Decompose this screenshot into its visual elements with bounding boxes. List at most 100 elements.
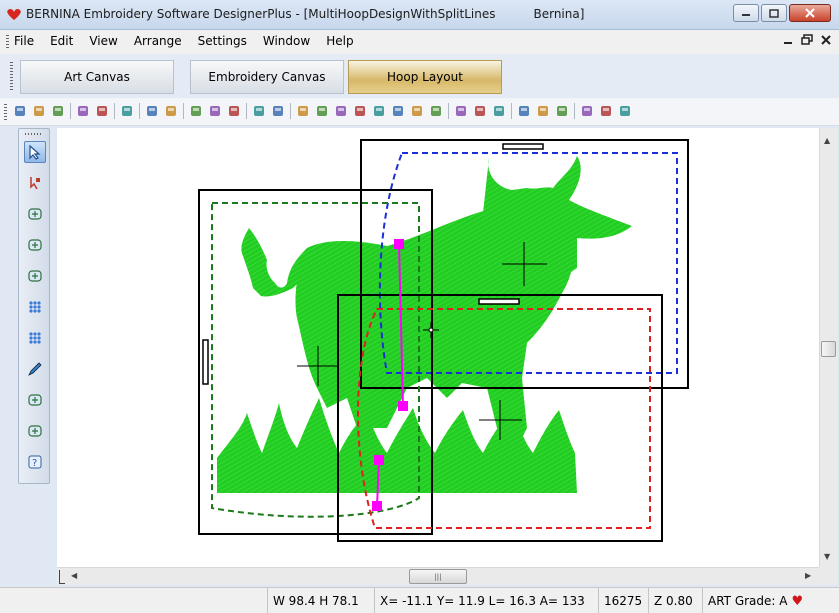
scroll-corner: [819, 567, 837, 585]
web-icon[interactable]: [119, 103, 135, 119]
horizontal-scroll-thumb[interactable]: |||: [409, 569, 467, 584]
minimize-icon: [742, 14, 750, 16]
select-pointer-icon[interactable]: [24, 141, 46, 163]
close-button[interactable]: [789, 4, 831, 22]
mdi-restore-icon[interactable]: [801, 33, 813, 47]
status-stitch-count: 16275: [598, 588, 648, 613]
new-icon[interactable]: [12, 103, 28, 119]
menu-bar: File Edit View Arrange Settings Window H…: [0, 30, 839, 54]
delete-hoop-icon[interactable]: [24, 389, 46, 411]
import-icon[interactable]: [144, 103, 160, 119]
paste-icon[interactable]: [226, 103, 242, 119]
toolbar-separator: [448, 103, 449, 119]
horizontal-scrollbar[interactable]: ◀ ||| ▶: [57, 567, 819, 585]
toolbar-grip[interactable]: [4, 104, 7, 120]
page-marker: [59, 570, 65, 584]
menu-grip[interactable]: [6, 35, 9, 49]
title-bar: BERNINA Embroidery Software DesignerPlus…: [0, 0, 839, 30]
design-canvas[interactable]: [57, 128, 819, 567]
zoom-out-icon[interactable]: [598, 103, 614, 119]
bull-embroidery: [217, 156, 632, 493]
lattice-icon[interactable]: [428, 103, 444, 119]
hoop-icon[interactable]: [314, 103, 330, 119]
hoop-icon[interactable]: [24, 234, 46, 256]
export-icon[interactable]: [163, 103, 179, 119]
color-icon[interactable]: [352, 103, 368, 119]
main-toolbar: [0, 98, 839, 126]
bernina-logo-icon: [7, 8, 21, 20]
vertical-scrollbar[interactable]: ▲ ▼: [819, 128, 837, 567]
open-icon[interactable]: [31, 103, 47, 119]
tab-grip[interactable]: [10, 62, 13, 90]
stitch-icon[interactable]: [333, 103, 349, 119]
scroll-left-icon[interactable]: ◀: [71, 571, 77, 580]
scroll-up-icon[interactable]: ▲: [824, 136, 830, 145]
zoom-fit-icon[interactable]: [617, 103, 633, 119]
scroll-down-icon[interactable]: ▼: [824, 552, 830, 561]
toolbar-separator: [114, 103, 115, 119]
maximize-icon: [769, 8, 779, 18]
settings-icon[interactable]: [554, 103, 570, 119]
status-coords: X= -11.1 Y= 11.9 L= 16.3 A= 133: [374, 588, 598, 613]
toolbar-separator: [183, 103, 184, 119]
copy-icon[interactable]: [207, 103, 223, 119]
mdi-close-icon[interactable]: [821, 33, 831, 47]
menu-window[interactable]: Window: [263, 34, 310, 48]
vertical-scroll-thumb[interactable]: [821, 341, 836, 357]
menu-help[interactable]: Help: [326, 34, 353, 48]
menu-settings[interactable]: Settings: [198, 34, 247, 48]
heart-icon: ♥: [791, 593, 804, 609]
scroll-right-icon[interactable]: ▶: [805, 571, 811, 580]
tab-embroidery-canvas[interactable]: Embroidery Canvas: [190, 60, 344, 94]
toolbar-separator: [290, 103, 291, 119]
close-icon: [805, 8, 815, 18]
toolbar-separator: [70, 103, 71, 119]
minimize-button[interactable]: [733, 4, 759, 22]
reshape-icon[interactable]: [24, 172, 46, 194]
appliqué-icon[interactable]: [371, 103, 387, 119]
menu-edit[interactable]: Edit: [50, 34, 73, 48]
menu-view[interactable]: View: [89, 34, 117, 48]
align-icon[interactable]: [453, 103, 469, 119]
grid-split-icon[interactable]: [24, 327, 46, 349]
pen-icon[interactable]: [24, 358, 46, 380]
save-icon[interactable]: [50, 103, 66, 119]
toolbar-separator: [511, 103, 512, 119]
split-line-icon[interactable]: [24, 296, 46, 318]
distribute-icon[interactable]: [472, 103, 488, 119]
design-drawing: [198, 139, 689, 542]
status-size: W 98.4 H 78.1: [267, 588, 374, 613]
user-icon[interactable]: [535, 103, 551, 119]
arrange-icon[interactable]: [491, 103, 507, 119]
tab-hoop-layout[interactable]: Hoop Layout: [348, 60, 502, 94]
undo-icon[interactable]: [251, 103, 267, 119]
print-icon[interactable]: [75, 103, 91, 119]
mdi-minimize-icon[interactable]: [783, 33, 793, 47]
grid-icon[interactable]: [295, 103, 311, 119]
status-bar: W 98.4 H 78.1 X= -11.1 Y= 11.9 L= 16.3 A…: [0, 587, 839, 613]
zoom-in-icon[interactable]: [579, 103, 595, 119]
hoop-center-icon[interactable]: [24, 265, 46, 287]
print-preview-icon[interactable]: [94, 103, 110, 119]
hoop-tools-toolbar: ?: [18, 128, 50, 484]
toolbar-separator: [139, 103, 140, 119]
trace-icon[interactable]: [409, 103, 425, 119]
hoop-outline-icon[interactable]: [24, 420, 46, 442]
overview-icon[interactable]: [516, 103, 532, 119]
status-zoom: Z 0.80: [648, 588, 702, 613]
maximize-button[interactable]: [761, 4, 787, 22]
menu-file[interactable]: File: [14, 34, 34, 48]
redo-icon[interactable]: [270, 103, 286, 119]
tab-art-canvas[interactable]: Art Canvas: [20, 60, 174, 94]
add-hoop-icon[interactable]: [24, 203, 46, 225]
canvas-tabs: Art Canvas Embroidery Canvas Hoop Layout: [0, 54, 839, 98]
left-toolbar-grip[interactable]: [25, 133, 43, 135]
window-title: BERNINA Embroidery Software DesignerPlus…: [26, 7, 585, 21]
status-art-grade: ART Grade: A ♥: [702, 588, 822, 613]
toolbar-separator: [246, 103, 247, 119]
menu-arrange[interactable]: Arrange: [134, 34, 182, 48]
redwork-icon[interactable]: [390, 103, 406, 119]
help-icon[interactable]: ?: [24, 451, 46, 473]
svg-text:?: ?: [32, 458, 37, 469]
cut-icon[interactable]: [188, 103, 204, 119]
